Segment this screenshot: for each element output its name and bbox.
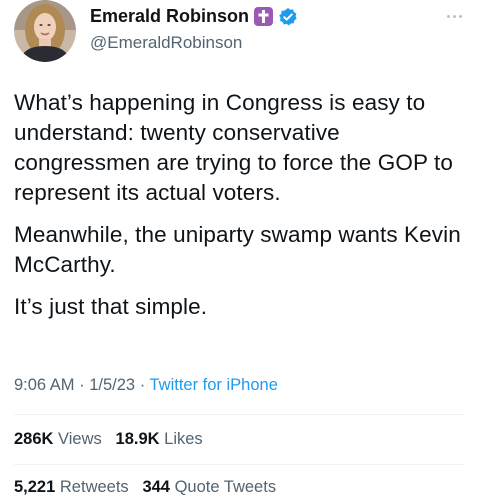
- views-label: Views: [58, 430, 102, 448]
- retweets-count: 5,221: [14, 478, 56, 496]
- tweet-paragraph-3: It’s just that simple.: [14, 294, 208, 319]
- likes-label: Likes: [164, 430, 203, 448]
- meta-separator: ·: [139, 376, 146, 394]
- tweet-time[interactable]: 9:06 AM: [14, 376, 75, 394]
- avatar[interactable]: [14, 0, 76, 62]
- stats-row-views-likes: 286K Views 18.9K Likes: [14, 430, 203, 449]
- avatar-image: [14, 0, 76, 62]
- views-count: 286K: [14, 430, 54, 448]
- stats-row-retweets-quotes: 5,221 Retweets 344 Quote Tweets: [14, 478, 276, 497]
- tweet-paragraph-2: Meanwhile, the uniparty swamp wants Kevi…: [14, 222, 461, 277]
- tweet-card: Emerald Robinson @EmeraldRobinson What’s…: [0, 0, 477, 500]
- likes-stat[interactable]: 18.9K Likes: [116, 430, 203, 448]
- tweet-header: Emerald Robinson @EmeraldRobinson: [14, 0, 474, 62]
- quotes-count: 344: [142, 478, 170, 496]
- retweets-label: Retweets: [59, 478, 129, 496]
- likes-count: 18.9K: [115, 430, 160, 448]
- display-name[interactable]: Emerald Robinson: [90, 6, 249, 27]
- divider: [14, 414, 464, 415]
- user-handle[interactable]: @EmeraldRobinson: [90, 33, 242, 53]
- tweet-text: What’s happening in Congress is easy to …: [14, 88, 464, 334]
- quote-tweets-stat[interactable]: 344 Quote Tweets: [142, 478, 276, 496]
- meta-separator: ·: [79, 376, 85, 394]
- tweet-meta: 9:06 AM · 1/5/23 · Twitter for iPhone: [14, 376, 278, 395]
- views-stat[interactable]: 286K Views: [14, 430, 102, 448]
- cross-badge-icon: [254, 7, 274, 26]
- name-row: Emerald Robinson: [90, 6, 298, 27]
- more-horizontal-icon[interactable]: [442, 8, 466, 24]
- divider: [14, 464, 464, 465]
- tweet-paragraph-1: What’s happening in Congress is easy to …: [14, 90, 453, 205]
- retweets-stat[interactable]: 5,221 Retweets: [14, 478, 129, 496]
- tweet-date[interactable]: 1/5/23: [89, 376, 135, 394]
- verified-badge-icon: [278, 7, 298, 27]
- tweet-source-link[interactable]: Twitter for iPhone: [150, 376, 278, 394]
- quotes-label: Quote Tweets: [174, 478, 277, 496]
